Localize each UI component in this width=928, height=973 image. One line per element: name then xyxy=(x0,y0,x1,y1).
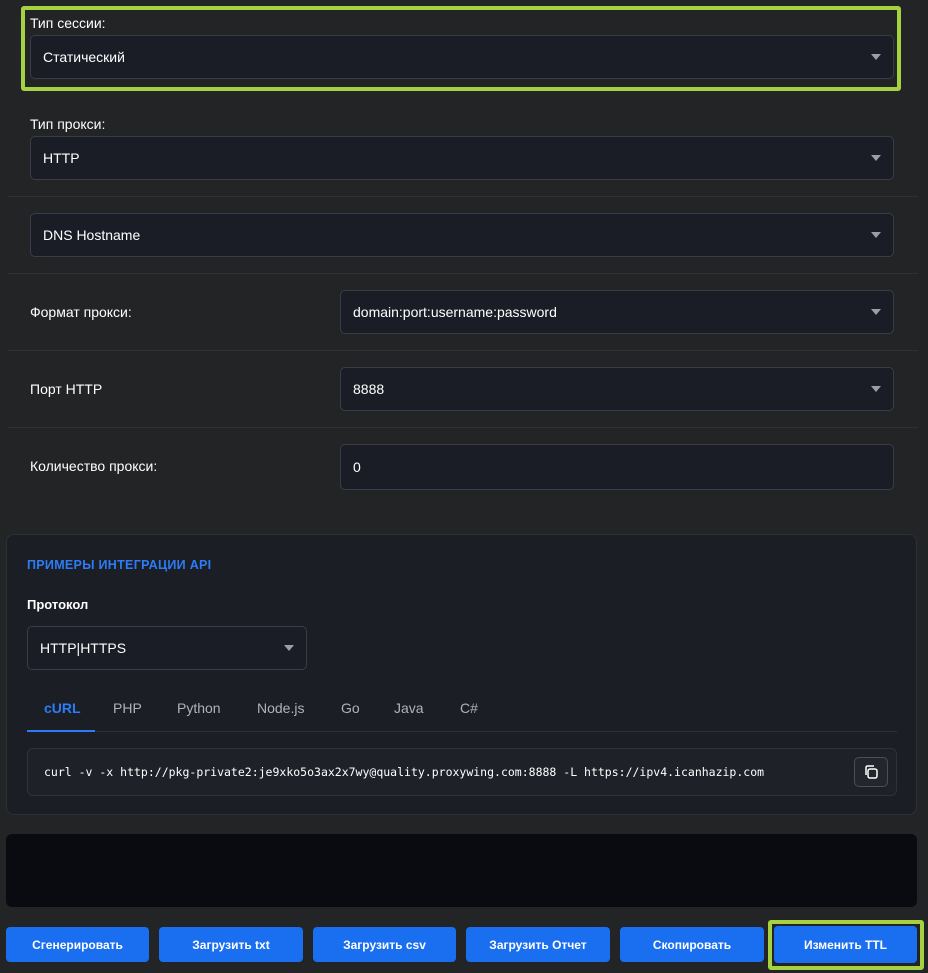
api-section-title: ПРИМЕРЫ ИНТЕГРАЦИИ API xyxy=(27,558,212,572)
port-select[interactable]: 8888 xyxy=(340,367,894,411)
copy-button[interactable]: Скопировать xyxy=(620,927,764,962)
divider xyxy=(8,350,918,351)
output-console xyxy=(6,834,917,907)
upload-csv-button[interactable]: Загрузить csv xyxy=(313,927,456,962)
tab-csharp[interactable]: C# xyxy=(460,700,478,716)
proxy-count-value: 0 xyxy=(353,459,361,475)
upload-txt-button[interactable]: Загрузить txt xyxy=(159,927,303,962)
port-value: 8888 xyxy=(353,381,385,397)
tab-java[interactable]: Java xyxy=(394,700,424,716)
tab-python[interactable]: Python xyxy=(177,700,221,716)
divider xyxy=(8,196,918,197)
copy-code-button[interactable] xyxy=(854,757,888,787)
chevron-down-icon xyxy=(284,645,294,651)
protocol-value: HTTP|HTTPS xyxy=(40,640,127,656)
tabs-divider xyxy=(27,731,897,732)
proxy-format-value: domain:port:username:password xyxy=(353,304,557,320)
active-tab-indicator xyxy=(27,730,95,732)
protocol-label: Протокол xyxy=(27,597,89,612)
proxy-type-select[interactable]: HTTP xyxy=(30,136,894,180)
proxy-format-select[interactable]: domain:port:username:password xyxy=(340,290,894,334)
generate-button[interactable]: Сгенерировать xyxy=(6,927,149,962)
chevron-down-icon xyxy=(871,386,881,392)
tab-php[interactable]: PHP xyxy=(113,700,142,716)
chevron-down-icon xyxy=(871,155,881,161)
tab-curl[interactable]: cURL xyxy=(44,700,81,716)
change-ttl-button[interactable]: Изменить TTL xyxy=(774,926,917,963)
port-label: Порт HTTP xyxy=(30,381,103,397)
proxy-type-label: Тип прокси: xyxy=(30,116,106,132)
code-example: curl -v -x http://pkg-private2:je9xko5o3… xyxy=(44,765,765,779)
protocol-select[interactable]: HTTP|HTTPS xyxy=(27,626,307,670)
proxy-count-input[interactable]: 0 xyxy=(340,444,894,490)
dns-select[interactable]: DNS Hostname xyxy=(30,213,894,257)
session-type-select[interactable]: Статический xyxy=(30,35,894,79)
chevron-down-icon xyxy=(871,309,881,315)
tab-nodejs[interactable]: Node.js xyxy=(257,700,304,716)
tab-go[interactable]: Go xyxy=(341,700,360,716)
chevron-down-icon xyxy=(871,232,881,238)
dns-value: DNS Hostname xyxy=(43,227,141,243)
chevron-down-icon xyxy=(871,54,881,60)
divider xyxy=(8,427,918,428)
copy-icon xyxy=(865,765,878,779)
proxy-format-label: Формат прокси: xyxy=(30,304,132,320)
upload-report-button[interactable]: Загрузить Отчет xyxy=(466,927,610,962)
proxy-type-value: HTTP xyxy=(43,150,80,166)
session-type-label: Тип сессии: xyxy=(30,15,106,31)
divider xyxy=(8,273,918,274)
proxy-count-label: Количество прокси: xyxy=(30,458,158,474)
session-type-value: Статический xyxy=(43,49,125,65)
